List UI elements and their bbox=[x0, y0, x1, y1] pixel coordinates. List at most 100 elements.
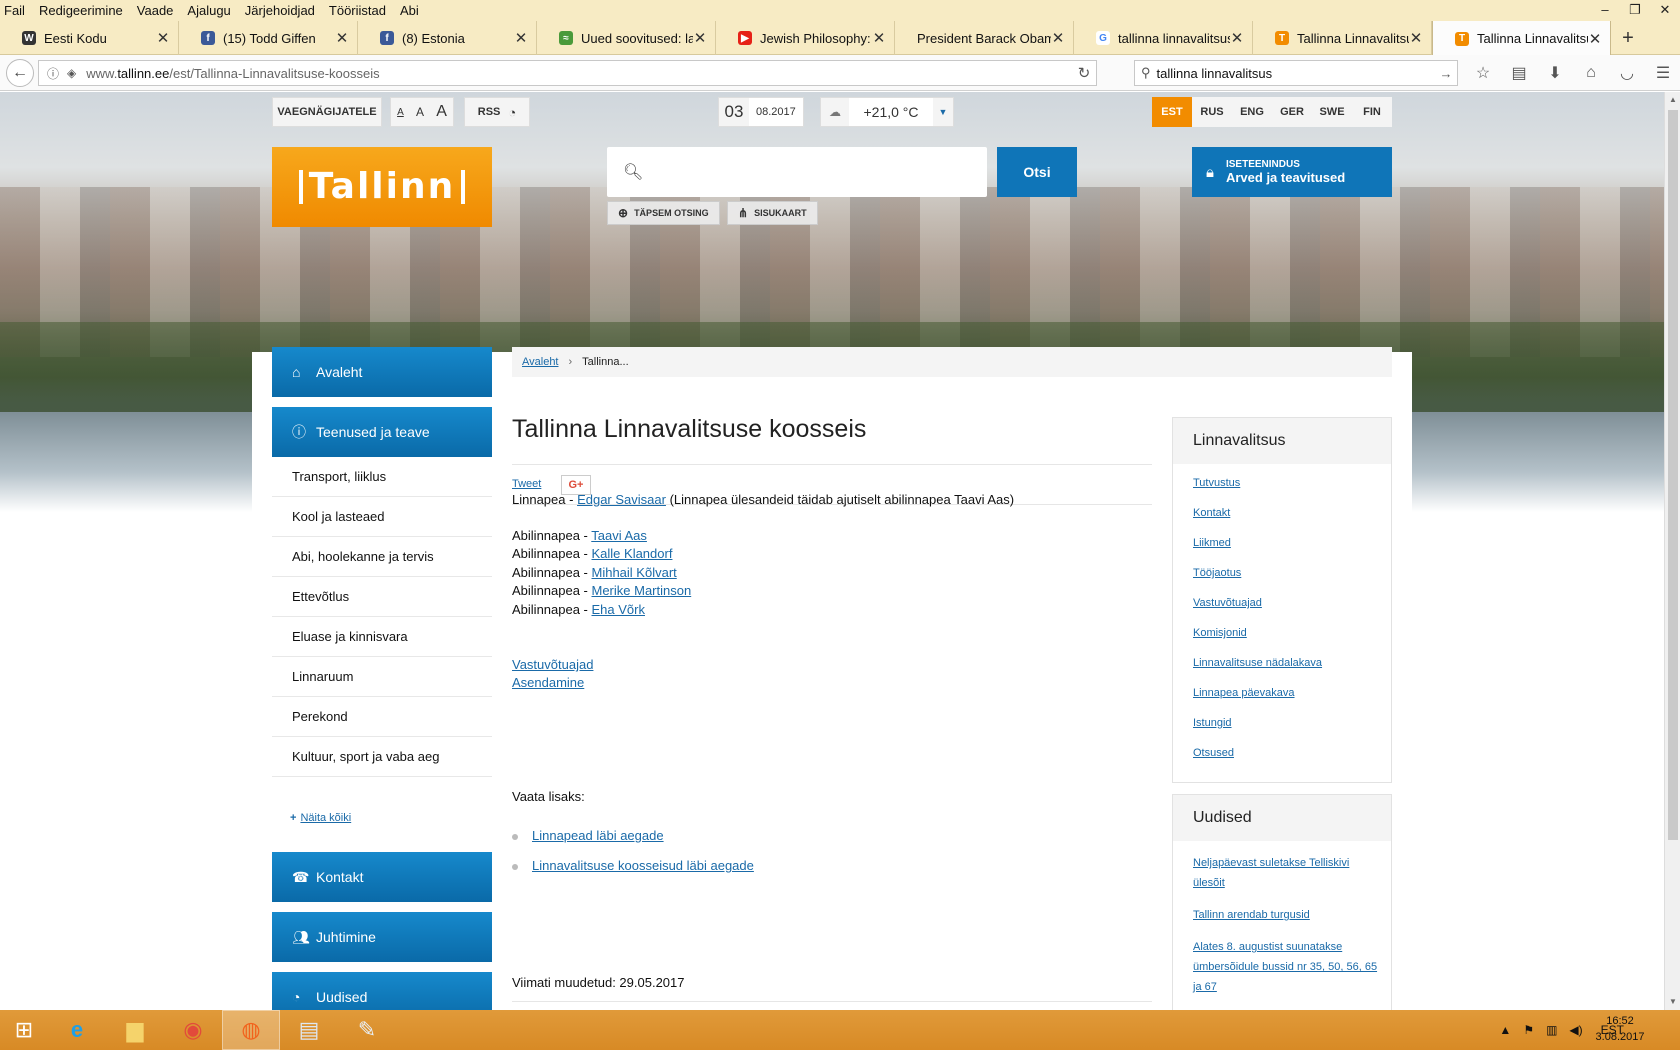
rss-button[interactable]: RSS ◔ bbox=[464, 97, 530, 127]
volume-icon[interactable]: ◀) bbox=[1569, 1023, 1582, 1037]
close-window-icon[interactable]: ✕ bbox=[1650, 0, 1680, 21]
deputy-link[interactable]: Kalle Klandorf bbox=[592, 546, 673, 561]
paint-icon[interactable]: ✎ bbox=[338, 1010, 396, 1050]
tab-close-icon[interactable]: ✕ bbox=[1588, 30, 1602, 48]
tab-close-icon[interactable]: ✕ bbox=[872, 29, 886, 47]
browser-tab[interactable]: f (8) Estonia ✕ bbox=[358, 21, 537, 55]
page-scrollbar[interactable]: ▲ ▼ bbox=[1664, 92, 1680, 1010]
hamburger-menu-icon[interactable]: ☰ bbox=[1645, 60, 1680, 86]
deputy-link[interactable]: Merike Martinson bbox=[592, 583, 692, 598]
sidebar-link[interactable]: Linnavalitsuse nädalakava bbox=[1193, 656, 1391, 670]
search-button[interactable]: Otsi bbox=[997, 147, 1077, 197]
chevron-up-icon[interactable]: ▲ bbox=[1499, 1023, 1511, 1037]
tallinn-logo[interactable]: Tallinn bbox=[272, 147, 492, 227]
browser-tab[interactable]: W Eesti Kodu ✕ bbox=[0, 21, 179, 55]
font-size-medium[interactable]: A bbox=[416, 105, 424, 119]
browser-search-box[interactable]: ⚲ tallinna linnavalitsus → bbox=[1134, 60, 1458, 86]
sitemap-button[interactable]: ⋔ SISUKAART bbox=[727, 201, 818, 225]
shield-icon[interactable]: ◈ bbox=[67, 66, 76, 80]
nav-contact[interactable]: ☎ Kontakt bbox=[272, 852, 492, 902]
nav-sub-culture[interactable]: Kultuur, sport ja vaba aeg bbox=[272, 737, 492, 777]
office-hours-link[interactable]: Vastuvõtuajad bbox=[512, 657, 593, 672]
url-bar[interactable]: ⓘ ◈ www.tallinn.ee/est/Tallinna-Linnaval… bbox=[38, 60, 1097, 86]
browser-tab[interactable]: f (15) Todd Giffen ✕ bbox=[179, 21, 358, 55]
tab-close-icon[interactable]: ✕ bbox=[156, 29, 170, 47]
sidebar-link[interactable]: Vastuvõtuajad bbox=[1193, 596, 1391, 610]
url-text[interactable]: www.tallinn.ee/est/Tallinna-Linnavalitsu… bbox=[86, 66, 1072, 81]
scrollbar-thumb[interactable] bbox=[1668, 110, 1678, 840]
menu-file[interactable]: Fail bbox=[4, 3, 25, 18]
lang-fin[interactable]: FIN bbox=[1352, 97, 1392, 127]
reload-icon[interactable]: ↻ bbox=[1072, 64, 1096, 82]
deputy-link[interactable]: Eha Võrk bbox=[592, 602, 645, 617]
sidebar-link[interactable]: Tutvustus bbox=[1193, 476, 1391, 490]
tab-close-icon[interactable]: ✕ bbox=[1230, 29, 1244, 47]
sidebar-link[interactable]: Kontakt bbox=[1193, 506, 1391, 520]
nav-sub-business[interactable]: Ettevõtlus bbox=[272, 577, 492, 617]
substitution-link[interactable]: Asendamine bbox=[512, 675, 584, 690]
windows-start-icon[interactable]: ⊞ bbox=[0, 1010, 48, 1050]
home-icon[interactable]: ⌂ bbox=[1573, 60, 1609, 86]
browser-search-text[interactable]: tallinna linnavalitsus bbox=[1157, 66, 1435, 81]
sidebar-link[interactable]: Tööjaotus bbox=[1193, 566, 1391, 580]
menu-view[interactable]: Vaade bbox=[137, 3, 174, 18]
news-link[interactable]: Tallinn arendab turgusid bbox=[1193, 905, 1383, 925]
site-search-input[interactable] bbox=[653, 152, 987, 192]
browser-tab-active[interactable]: T Tallinna Linnavalitsuse✕ bbox=[1432, 21, 1611, 56]
firefox-icon[interactable]: ◍ bbox=[222, 1010, 280, 1050]
notepad-icon[interactable]: ▤ bbox=[280, 1010, 338, 1050]
nav-sub-school[interactable]: Kool ja lasteaed bbox=[272, 497, 492, 537]
chevron-down-icon[interactable]: ▼ bbox=[933, 107, 953, 117]
sidebar-link[interactable]: Linnapea päevakava bbox=[1193, 686, 1391, 700]
visually-impaired-button[interactable]: VAEGNÄGIJATELE bbox=[272, 97, 382, 127]
tweet-link[interactable]: Tweet bbox=[512, 478, 541, 490]
download-icon[interactable]: ⬇ bbox=[1537, 60, 1573, 86]
menu-help[interactable]: Abi bbox=[400, 3, 419, 18]
clock[interactable]: 16:52 3.08.2017 bbox=[1590, 1013, 1650, 1045]
menu-history[interactable]: Ajalugu bbox=[187, 3, 230, 18]
nav-sub-cityspace[interactable]: Linnaruum bbox=[272, 657, 492, 697]
tab-close-icon[interactable]: ✕ bbox=[335, 29, 349, 47]
browser-tab[interactable]: ≈ Uued soovitused: laste✕ bbox=[537, 21, 716, 55]
star-icon[interactable]: ☆ bbox=[1465, 60, 1501, 86]
breadcrumb-home[interactable]: Avaleht bbox=[522, 356, 559, 368]
show-all-link[interactable]: + Näita kõiki bbox=[290, 812, 351, 824]
sidebar-link[interactable]: Istungid bbox=[1193, 716, 1391, 730]
nav-management[interactable]: 👥︎ Juhtimine bbox=[272, 912, 492, 962]
deputy-link[interactable]: Mihhail Kõlvart bbox=[592, 565, 677, 580]
flag-icon[interactable]: ⚑ bbox=[1523, 1023, 1534, 1037]
menu-edit[interactable]: Redigeerimine bbox=[39, 3, 123, 18]
nav-sub-housing[interactable]: Eluase ja kinnisvara bbox=[272, 617, 492, 657]
deputy-link[interactable]: Taavi Aas bbox=[591, 528, 647, 543]
nav-home[interactable]: ⌂ Avaleht bbox=[272, 347, 492, 397]
internet-explorer-icon[interactable]: e bbox=[48, 1010, 106, 1050]
font-size-small[interactable]: A bbox=[397, 107, 404, 118]
nav-sub-welfare[interactable]: Abi, hoolekanne ja tervis bbox=[272, 537, 492, 577]
browser-tab[interactable]: ▶ Jewish Philosophy: Dav✕ bbox=[716, 21, 895, 55]
nav-sub-family[interactable]: Perekond bbox=[272, 697, 492, 737]
lang-est[interactable]: EST bbox=[1152, 97, 1192, 127]
browser-tab[interactable]: T Tallinna Linnavalitsuse✕ bbox=[1253, 21, 1432, 55]
chrome-icon[interactable]: ◉ bbox=[164, 1010, 222, 1050]
new-tab-icon[interactable]: + bbox=[1611, 21, 1645, 55]
scroll-down-icon[interactable]: ▼ bbox=[1665, 994, 1680, 1010]
tab-close-icon[interactable]: ✕ bbox=[693, 29, 707, 47]
news-link[interactable]: Neljapäevast suletakse Telliskivi ülesõi… bbox=[1193, 853, 1383, 893]
news-link[interactable]: Alates 8. augustist suunatakse ümbersõid… bbox=[1193, 937, 1383, 997]
lang-ger[interactable]: GER bbox=[1272, 97, 1312, 127]
scroll-up-icon[interactable]: ▲ bbox=[1665, 92, 1680, 108]
tab-close-icon[interactable]: ✕ bbox=[1051, 29, 1065, 47]
menu-tools[interactable]: Tööriistad bbox=[329, 3, 386, 18]
lang-eng[interactable]: ENG bbox=[1232, 97, 1272, 127]
mayor-link[interactable]: Edgar Savisaar bbox=[577, 492, 666, 507]
arrow-right-icon[interactable]: → bbox=[1435, 66, 1457, 81]
pocket-icon[interactable]: ◡ bbox=[1609, 60, 1645, 86]
self-service-button[interactable]: 🔒︎ ISETEENINDUS Arved ja teavitused bbox=[1192, 147, 1392, 197]
tab-close-icon[interactable]: ✕ bbox=[514, 29, 528, 47]
tab-close-icon[interactable]: ✕ bbox=[1409, 29, 1423, 47]
lang-swe[interactable]: SWE bbox=[1312, 97, 1352, 127]
advanced-search-button[interactable]: ⊕ TÄPSEM OTSING bbox=[607, 201, 720, 225]
weather-widget[interactable]: ☁ +21,0 °C ▼ bbox=[820, 97, 954, 127]
lang-rus[interactable]: RUS bbox=[1192, 97, 1232, 127]
sidebar-link[interactable]: Otsused bbox=[1193, 746, 1391, 760]
